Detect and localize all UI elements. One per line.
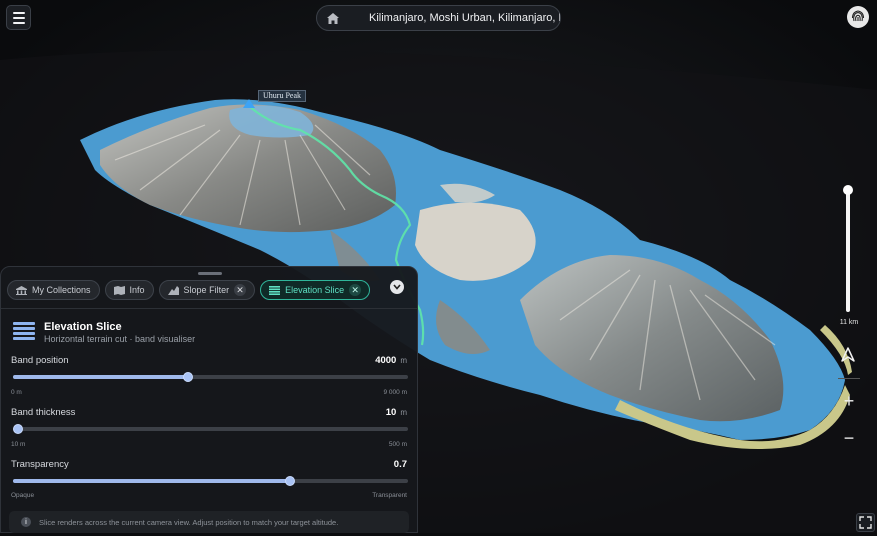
slider-max-label: 9 000 m xyxy=(383,389,408,396)
unit-text: m xyxy=(400,408,407,417)
transparency-label: Transparency xyxy=(11,459,69,470)
tab-slope-filter[interactable]: Slope Filter ✕ xyxy=(158,280,256,300)
slider-thumb[interactable] xyxy=(13,424,23,434)
tab-label: Slope Filter xyxy=(183,285,230,295)
chevron-down-icon[interactable] xyxy=(390,280,404,294)
elevation-slice-panel: My Collections Info Slope Filter ✕ Eleva… xyxy=(0,266,418,533)
home-icon[interactable] xyxy=(319,6,347,30)
slider-min-label: 0 m xyxy=(11,389,22,396)
close-icon[interactable]: ✕ xyxy=(234,284,247,296)
scale-label: 11 km xyxy=(839,319,859,326)
layers-icon xyxy=(13,322,35,340)
tab-label: Info xyxy=(129,285,145,295)
panel-drag-handle[interactable] xyxy=(198,272,222,275)
zoom-slider-handle[interactable] xyxy=(843,185,853,195)
value-text: 10 xyxy=(385,407,397,418)
band-position-slider[interactable] xyxy=(13,372,408,382)
tab-label: My Collections xyxy=(32,285,91,295)
panel-subtitle: Horizontal terrain cut · band visualiser xyxy=(44,334,196,344)
info-icon: i xyxy=(21,517,31,527)
search-query[interactable]: Kilimanjaro, Moshi Urban, Kilimanjaro, N xyxy=(347,12,560,24)
tab-label: Elevation Slice xyxy=(285,285,345,295)
fingerprint-icon[interactable] xyxy=(847,6,869,28)
peak-marker-icon[interactable] xyxy=(243,99,255,108)
hamburger-menu-icon[interactable] xyxy=(6,5,31,30)
transparency-slider[interactable] xyxy=(13,476,408,486)
zoom-in-button[interactable]: + xyxy=(838,390,860,412)
controls-divider xyxy=(838,378,860,379)
band-thickness-slider[interactable] xyxy=(13,424,408,434)
unit-text: m xyxy=(400,356,407,365)
zoom-slider-track[interactable] xyxy=(846,190,850,312)
info-note: i Slice renders across the current camer… xyxy=(9,511,409,533)
info-icon xyxy=(113,285,125,295)
value-text: 4000 xyxy=(375,355,397,366)
band-position-value: 4000 m xyxy=(375,355,407,366)
close-icon[interactable]: ✕ xyxy=(349,284,362,296)
slope-icon xyxy=(167,285,179,295)
fullscreen-icon[interactable] xyxy=(856,513,875,532)
slider-fill xyxy=(13,375,189,379)
compass-icon[interactable] xyxy=(841,347,855,363)
info-note-text: Slice renders across the current camera … xyxy=(39,517,339,527)
tab-info[interactable]: Info xyxy=(104,280,154,300)
band-position-label: Band position xyxy=(11,355,69,366)
slider-max-label: Transparent xyxy=(372,492,407,499)
slider-min-label: Opaque xyxy=(11,492,35,499)
slider-fill xyxy=(13,479,290,483)
slider-thumb[interactable] xyxy=(284,476,295,486)
slider-max-label: 500 m xyxy=(388,441,407,448)
tab-my-collections[interactable]: My Collections xyxy=(7,280,100,300)
panel-divider xyxy=(1,308,417,309)
zoom-out-button[interactable]: − xyxy=(838,427,860,449)
slider-thumb[interactable] xyxy=(183,372,194,382)
slider-min-label: 10 m xyxy=(11,441,26,448)
panel-tabs: My Collections Info Slope Filter ✕ Eleva… xyxy=(7,280,371,300)
layers-icon xyxy=(269,285,281,295)
transparency-value: 0.7 xyxy=(393,459,407,470)
band-thickness-label: Band thickness xyxy=(11,407,76,418)
tab-elevation-slice[interactable]: Elevation Slice ✕ xyxy=(260,280,371,300)
peak-label[interactable]: Uhuru Peak xyxy=(258,90,306,102)
band-thickness-value: 10 m xyxy=(386,407,407,418)
search-bar[interactable]: Kilimanjaro, Moshi Urban, Kilimanjaro, N xyxy=(316,5,561,31)
panel-title: Elevation Slice xyxy=(44,321,122,333)
collection-icon xyxy=(16,285,27,295)
